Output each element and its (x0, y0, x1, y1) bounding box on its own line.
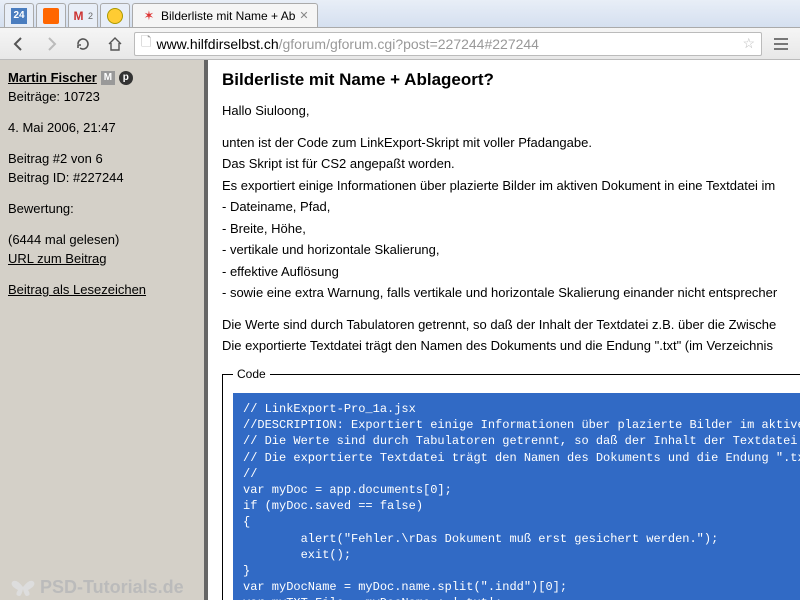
watermark: PSD-Tutorials.de (10, 576, 184, 598)
read-count: (6444 mal gelesen) (8, 232, 196, 247)
bookmark-star-icon[interactable]: ☆ (742, 35, 755, 52)
line-p5: Die exportierte Textdatei trägt den Name… (222, 337, 786, 355)
author-link[interactable]: Martin Fischer (8, 70, 97, 85)
orange-icon (43, 8, 59, 24)
url-domain: www.hilfdirselbst.ch (156, 36, 278, 52)
rating-label: Bewertung: (8, 201, 196, 216)
post-count: Beiträge: 10723 (8, 89, 196, 104)
bullet-3: - vertikale und horizontale Skalierung, (222, 241, 786, 259)
post-date: 4. Mai 2006, 21:47 (8, 120, 196, 135)
bookmark-link[interactable]: Beitrag als Lesezeichen (8, 282, 146, 297)
toolbar: 🗋 www.hilfdirselbst.ch/gforum/gforum.cgi… (0, 28, 800, 60)
author-m-icon: M (101, 71, 115, 85)
butterfly-icon (10, 576, 36, 598)
post-number: Beitrag #2 von 6 (8, 151, 196, 166)
greeting: Hallo Siuloong, (222, 102, 786, 120)
gmail-badge: 2 (88, 11, 93, 21)
main: Bilderliste mit Name + Ablageort? Hallo … (205, 60, 800, 600)
bullet-1: - Dateiname, Pfad, (222, 198, 786, 216)
line-p4: Die Werte sind durch Tabulatoren getrenn… (222, 316, 786, 334)
post-id: Beitrag ID: #227244 (8, 170, 196, 185)
line-p3: Es exportiert einige Informationen über … (222, 177, 786, 195)
tab-2[interactable] (36, 3, 66, 27)
post-title: Bilderliste mit Name + Ablageort? (222, 70, 786, 90)
page-icon: 🗋 (141, 33, 151, 55)
tab-active[interactable]: ✶ Bilderliste mit Name + Ab ✕ (132, 3, 318, 27)
back-button[interactable] (6, 33, 32, 55)
code-legend: Code (233, 367, 270, 381)
url-path: /gforum/gforum.cgi?post=227244#227244 (279, 36, 539, 52)
sidebar: Martin Fischer M p Beiträge: 10723 4. Ma… (0, 60, 205, 600)
gmail-icon: M (73, 8, 84, 24)
url-to-post-link[interactable]: URL zum Beitrag (8, 251, 107, 266)
author-p-icon: p (119, 71, 133, 85)
home-button[interactable] (102, 33, 128, 55)
menu-button[interactable] (768, 33, 794, 55)
url-bar[interactable]: 🗋 www.hilfdirselbst.ch/gforum/gforum.cgi… (134, 32, 762, 56)
line-p2: Das Skript ist für CS2 angepaßt worden. (222, 155, 786, 173)
reload-button[interactable] (70, 33, 96, 55)
bullet-4: - effektive Auflösung (222, 263, 786, 281)
code-section: Code // LinkExport-Pro_1a.jsx //DESCRIPT… (222, 367, 800, 600)
tab-strip: 24 M2 ✶ Bilderliste mit Name + Ab ✕ (0, 0, 800, 28)
bullet-5: - sowie eine extra Warnung, falls vertik… (222, 284, 786, 302)
tab1-icon: 24 (11, 8, 27, 24)
line-p1: unten ist der Code zum LinkExport-Skript… (222, 134, 786, 152)
tab-4[interactable] (100, 3, 130, 27)
bullet-2: - Breite, Höhe, (222, 220, 786, 238)
content: Martin Fischer M p Beiträge: 10723 4. Ma… (0, 60, 800, 600)
yellow-icon (107, 8, 123, 24)
post-body: Hallo Siuloong, unten ist der Code zum L… (222, 102, 786, 355)
tab-title: Bilderliste mit Name + Ab (161, 9, 295, 23)
tab-close-icon[interactable]: ✕ (299, 9, 308, 22)
tab-1[interactable]: 24 (4, 3, 34, 27)
tab-3[interactable]: M2 (68, 3, 98, 27)
author-row: Martin Fischer M p (8, 70, 196, 85)
star-icon: ✶ (141, 8, 157, 24)
code-block[interactable]: // LinkExport-Pro_1a.jsx //DESCRIPTION: … (233, 393, 800, 600)
forward-button[interactable] (38, 33, 64, 55)
